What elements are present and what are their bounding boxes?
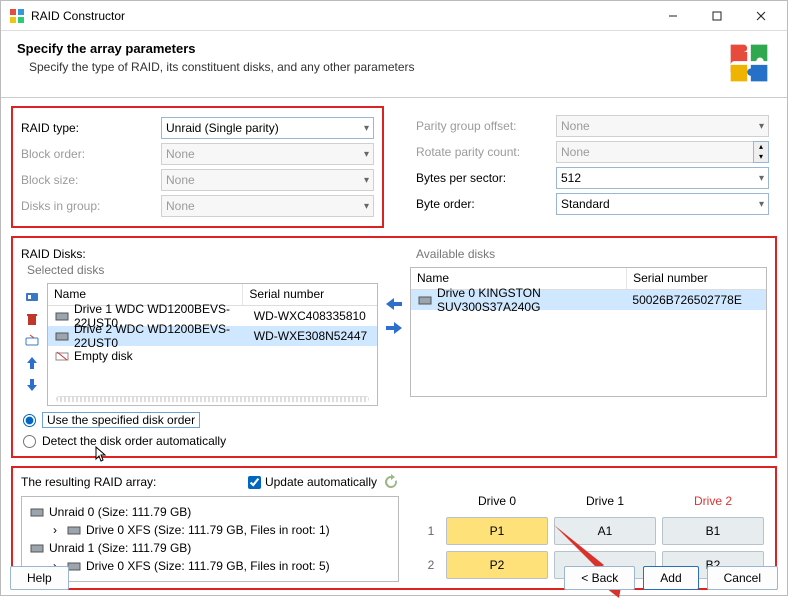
available-disks-label: Available disks [416, 247, 767, 261]
col-serial[interactable]: Serial number [243, 284, 377, 305]
chevron-down-icon: ▾ [364, 123, 369, 134]
drive-icon [30, 542, 44, 554]
add-button[interactable]: Add [643, 566, 698, 590]
disks-in-group-label: Disks in group: [21, 199, 161, 213]
move-left-icon[interactable] [385, 297, 403, 311]
left-params-group: RAID type: Unraid (Single parity)▾ Block… [11, 106, 384, 228]
selected-disks-table[interactable]: Name Serial number Drive 1 WDC WD1200BEV… [47, 283, 378, 406]
title-bar: RAID Constructor [1, 1, 787, 31]
byte-order-select[interactable]: Standard▾ [556, 193, 769, 215]
back-button[interactable]: < Back [564, 566, 635, 590]
raid-type-label: RAID type: [21, 121, 161, 135]
bytes-per-sector-label: Bytes per sector: [416, 171, 556, 185]
available-disks-table[interactable]: Name Serial number Drive 0 KINGSTON SUV3… [410, 267, 767, 397]
radio-specified-order[interactable]: Use the specified disk order [23, 412, 378, 428]
cancel-button[interactable]: Cancel [707, 566, 778, 590]
add-disk-icon[interactable] [24, 289, 40, 305]
tree-row[interactable]: ›Drive 0 XFS (Size: 111.79 GB, Files in … [48, 521, 390, 539]
minimize-button[interactable] [651, 2, 695, 30]
drive-icon [417, 294, 433, 306]
drive-icon [30, 506, 44, 518]
move-right-icon[interactable] [385, 321, 403, 335]
layout-cell: P1 [446, 517, 548, 545]
layout-cell: B1 [662, 517, 764, 545]
h-scrollbar[interactable] [56, 396, 369, 402]
bytes-per-sector-select[interactable]: 512▾ [556, 167, 769, 189]
raid-type-select[interactable]: Unraid (Single parity)▾ [161, 117, 374, 139]
byte-order-label: Byte order: [416, 197, 556, 211]
table-row[interactable]: Drive 2 WDC WD1200BEVS-22UST0WD-WXE308N5… [48, 326, 377, 346]
maximize-button[interactable] [695, 2, 739, 30]
move-up-icon[interactable] [24, 355, 40, 371]
right-params-group: Parity group offset: None▾ Rotate parity… [408, 106, 777, 228]
delete-icon[interactable] [24, 311, 40, 327]
raid-disks-group: RAID Disks: Selected disks Name [11, 236, 777, 458]
col-serial[interactable]: Serial number [627, 268, 766, 289]
block-order-select: None▾ [161, 143, 374, 165]
resulting-array-label: The resulting RAID array: [21, 475, 248, 489]
wizard-header: Specify the array parameters Specify the… [1, 31, 787, 98]
parity-offset-label: Parity group offset: [416, 119, 556, 133]
rotate-parity-label: Rotate parity count: [416, 145, 556, 159]
table-row[interactable]: Empty disk [48, 346, 377, 366]
rotate-parity-input: None [556, 141, 753, 163]
refresh-icon[interactable] [383, 474, 399, 490]
tree-row[interactable]: Unraid 1 (Size: 111.79 GB) [30, 539, 390, 557]
disks-in-group-select: None▾ [161, 195, 374, 217]
page-subtitle: Specify the type of RAID, its constituen… [29, 60, 727, 74]
move-down-icon[interactable] [24, 377, 40, 393]
parity-offset-select: None▾ [556, 115, 769, 137]
puzzle-icon [727, 41, 771, 85]
radio-detect-order[interactable]: Detect the disk order automatically [23, 434, 378, 448]
expand-icon[interactable]: › [48, 523, 62, 537]
close-button[interactable] [739, 2, 783, 30]
block-size-select: None▾ [161, 169, 374, 191]
drive-icon [54, 310, 70, 322]
drive-icon [54, 350, 70, 362]
app-icon [9, 8, 25, 24]
layout-header-drive2: Drive 2 [659, 488, 767, 514]
block-size-label: Block size: [21, 173, 161, 187]
layout-header-drive1: Drive 1 [551, 488, 659, 514]
drive-icon [67, 524, 81, 536]
drive-icon [54, 330, 70, 342]
window-title: RAID Constructor [31, 9, 651, 23]
help-button[interactable]: Help [10, 566, 69, 590]
rotate-parity-spinner: ▴▾ [753, 141, 769, 163]
table-row[interactable]: Drive 0 KINGSTON SUV300S37A240G50026B726… [411, 290, 766, 310]
block-order-label: Block order: [21, 147, 161, 161]
page-title: Specify the array parameters [17, 41, 727, 56]
cursor-icon [95, 446, 109, 462]
add-empty-icon[interactable] [24, 333, 40, 349]
tree-row[interactable]: Unraid 0 (Size: 111.79 GB) [30, 503, 390, 521]
layout-header-drive0: Drive 0 [443, 488, 551, 514]
update-auto-checkbox[interactable]: Update automatically [248, 475, 377, 489]
selected-disks-label: Selected disks [27, 263, 378, 277]
